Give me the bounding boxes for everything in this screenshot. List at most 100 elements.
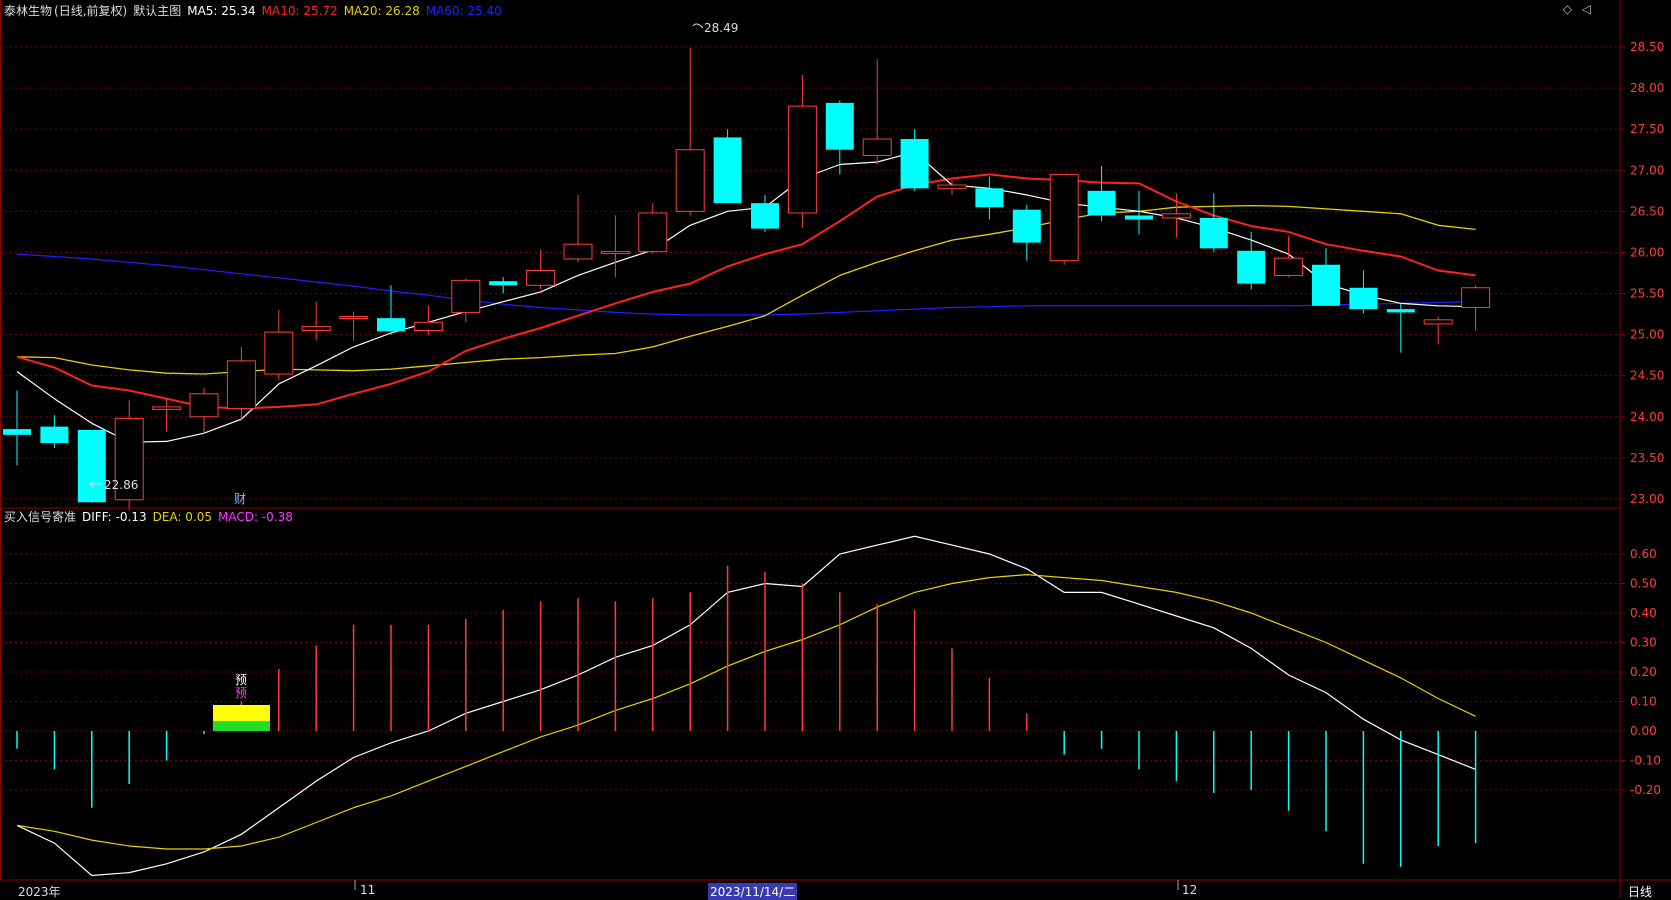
price-tick-label: 23.00 bbox=[1630, 492, 1664, 506]
high-price-label: 28.49 bbox=[704, 21, 738, 35]
candle[interactable] bbox=[1386, 303, 1415, 353]
x-label-nov: 11 bbox=[360, 883, 376, 897]
main-legend: 泰林生物 (日线,前复权) 默认主图 MA5: 25.34 MA10: 25.72… bbox=[4, 2, 514, 19]
candle[interactable] bbox=[1237, 231, 1266, 290]
candle[interactable] bbox=[563, 194, 593, 263]
candle[interactable] bbox=[1049, 173, 1079, 265]
candle[interactable] bbox=[600, 215, 630, 278]
candle[interactable] bbox=[1274, 235, 1304, 278]
macd-legend-values: DIFF: -0.13 DEA: 0.05 MACD: -0.38 bbox=[82, 510, 299, 524]
price-tick-label: 28.50 bbox=[1630, 40, 1664, 54]
candle[interactable] bbox=[1312, 248, 1340, 306]
candle-body-down bbox=[77, 429, 106, 503]
candle-body-up bbox=[301, 325, 331, 331]
candle[interactable] bbox=[1087, 166, 1116, 222]
signal-label-yu-white: 预 bbox=[235, 673, 247, 687]
macd-legend-item: DEA: 0.05 bbox=[152, 509, 212, 524]
candle-body-down bbox=[751, 203, 779, 229]
price-tick-label: 25.00 bbox=[1630, 328, 1664, 342]
candle-body-down bbox=[825, 102, 854, 150]
candle[interactable] bbox=[264, 309, 294, 380]
candle-body-up bbox=[638, 212, 668, 253]
candle[interactable] bbox=[339, 311, 369, 342]
candle-body-up bbox=[675, 149, 705, 212]
collapse-icon[interactable]: ◁ bbox=[1582, 2, 1591, 16]
candle-body-down bbox=[1199, 217, 1228, 249]
candle[interactable] bbox=[77, 429, 106, 504]
x-label-dec: 12 bbox=[1182, 883, 1198, 897]
candle[interactable] bbox=[1199, 193, 1228, 253]
ma-legend: MA5: 25.34 MA10: 25.72 MA20: 26.28 MA60: 25… bbox=[187, 4, 508, 18]
candle-body-down bbox=[900, 139, 929, 189]
candle[interactable] bbox=[975, 176, 1004, 220]
candle[interactable] bbox=[751, 194, 779, 232]
stock-mode: (日线,前复权) bbox=[54, 4, 128, 18]
period-tab-daily[interactable]: 日线 bbox=[1628, 883, 1652, 900]
macd-tick-label: 0.00 bbox=[1630, 724, 1657, 738]
price-tick-label: 24.50 bbox=[1630, 369, 1664, 383]
macd-tick-label: -0.20 bbox=[1630, 783, 1661, 797]
candle[interactable] bbox=[3, 390, 31, 466]
finance-marker[interactable]: 财 bbox=[234, 492, 246, 506]
candle-body-down bbox=[3, 429, 31, 435]
candle[interactable] bbox=[937, 180, 967, 195]
candle[interactable] bbox=[713, 129, 742, 204]
candle[interactable] bbox=[1161, 193, 1191, 238]
candle-body-up bbox=[937, 184, 967, 189]
arrow-icon bbox=[692, 23, 704, 29]
candle-body-up bbox=[600, 251, 630, 255]
candle[interactable] bbox=[862, 59, 892, 165]
macd-tick-label: 0.30 bbox=[1630, 636, 1657, 650]
candle[interactable] bbox=[413, 305, 443, 336]
macd-legend-item: DIFF: -0.13 bbox=[82, 509, 147, 524]
candle[interactable] bbox=[114, 400, 144, 511]
price-tick-label: 27.50 bbox=[1630, 122, 1664, 136]
candle-body-up bbox=[1161, 213, 1191, 219]
ma-legend-item: MA5: 25.34 bbox=[187, 3, 256, 18]
stock-name[interactable]: 泰林生物 bbox=[4, 2, 52, 19]
candle[interactable] bbox=[189, 388, 219, 434]
diamond-icon[interactable]: ◇ bbox=[1563, 2, 1572, 16]
candle-body-up bbox=[862, 138, 892, 156]
macd-tick-label: 0.40 bbox=[1630, 606, 1657, 620]
signal-box-yellow bbox=[213, 705, 270, 721]
candle[interactable] bbox=[638, 203, 668, 255]
candle[interactable] bbox=[40, 415, 69, 448]
candle-body-down bbox=[1125, 215, 1153, 220]
price-tick-label: 27.00 bbox=[1630, 163, 1664, 177]
candle-body-down bbox=[1386, 309, 1415, 313]
candle[interactable] bbox=[675, 47, 705, 216]
macd-tick-label: 0.50 bbox=[1630, 577, 1657, 591]
candle-body-up bbox=[1274, 257, 1304, 276]
candle-body-up bbox=[189, 393, 219, 418]
low-price-label: 22.86 bbox=[104, 478, 138, 492]
candle-body-down bbox=[1349, 287, 1378, 310]
price-tick-label: 25.50 bbox=[1630, 287, 1664, 301]
candle-body-up bbox=[526, 270, 556, 286]
candle-body-down bbox=[489, 281, 518, 286]
candle[interactable] bbox=[152, 398, 182, 432]
candle[interactable] bbox=[451, 278, 481, 323]
ma-legend-item: MA10: 25.72 bbox=[261, 3, 338, 18]
candle[interactable] bbox=[1461, 285, 1491, 331]
candle[interactable] bbox=[900, 129, 929, 191]
chart-template[interactable]: 默认主图 bbox=[133, 2, 181, 19]
candle[interactable] bbox=[1349, 270, 1378, 314]
signal-label-yu-magenta: 预 bbox=[235, 686, 247, 700]
macd-tick-label: 0.60 bbox=[1630, 547, 1657, 561]
indicator-title[interactable]: 买入信号寄准 bbox=[4, 508, 76, 525]
price-tick-label: 28.00 bbox=[1630, 81, 1664, 95]
price-tick-label: 26.00 bbox=[1630, 245, 1664, 259]
x-label-year: 2023年 bbox=[18, 885, 61, 899]
candle-body-up bbox=[413, 321, 443, 331]
candle[interactable] bbox=[787, 74, 817, 228]
candle[interactable] bbox=[489, 277, 518, 294]
price-tick-label: 26.50 bbox=[1630, 204, 1664, 218]
candle-body-down bbox=[1087, 190, 1116, 216]
candle-body-up bbox=[339, 316, 369, 320]
candle[interactable] bbox=[1423, 316, 1453, 345]
macd-tick-label: 0.10 bbox=[1630, 695, 1657, 709]
candle[interactable] bbox=[526, 249, 556, 290]
stock-chart[interactable]: 23.00 23.50 24.00 24.50 25.00 25.50 26.00 26.50… bbox=[0, 0, 1671, 898]
candle-body-up bbox=[264, 331, 294, 375]
